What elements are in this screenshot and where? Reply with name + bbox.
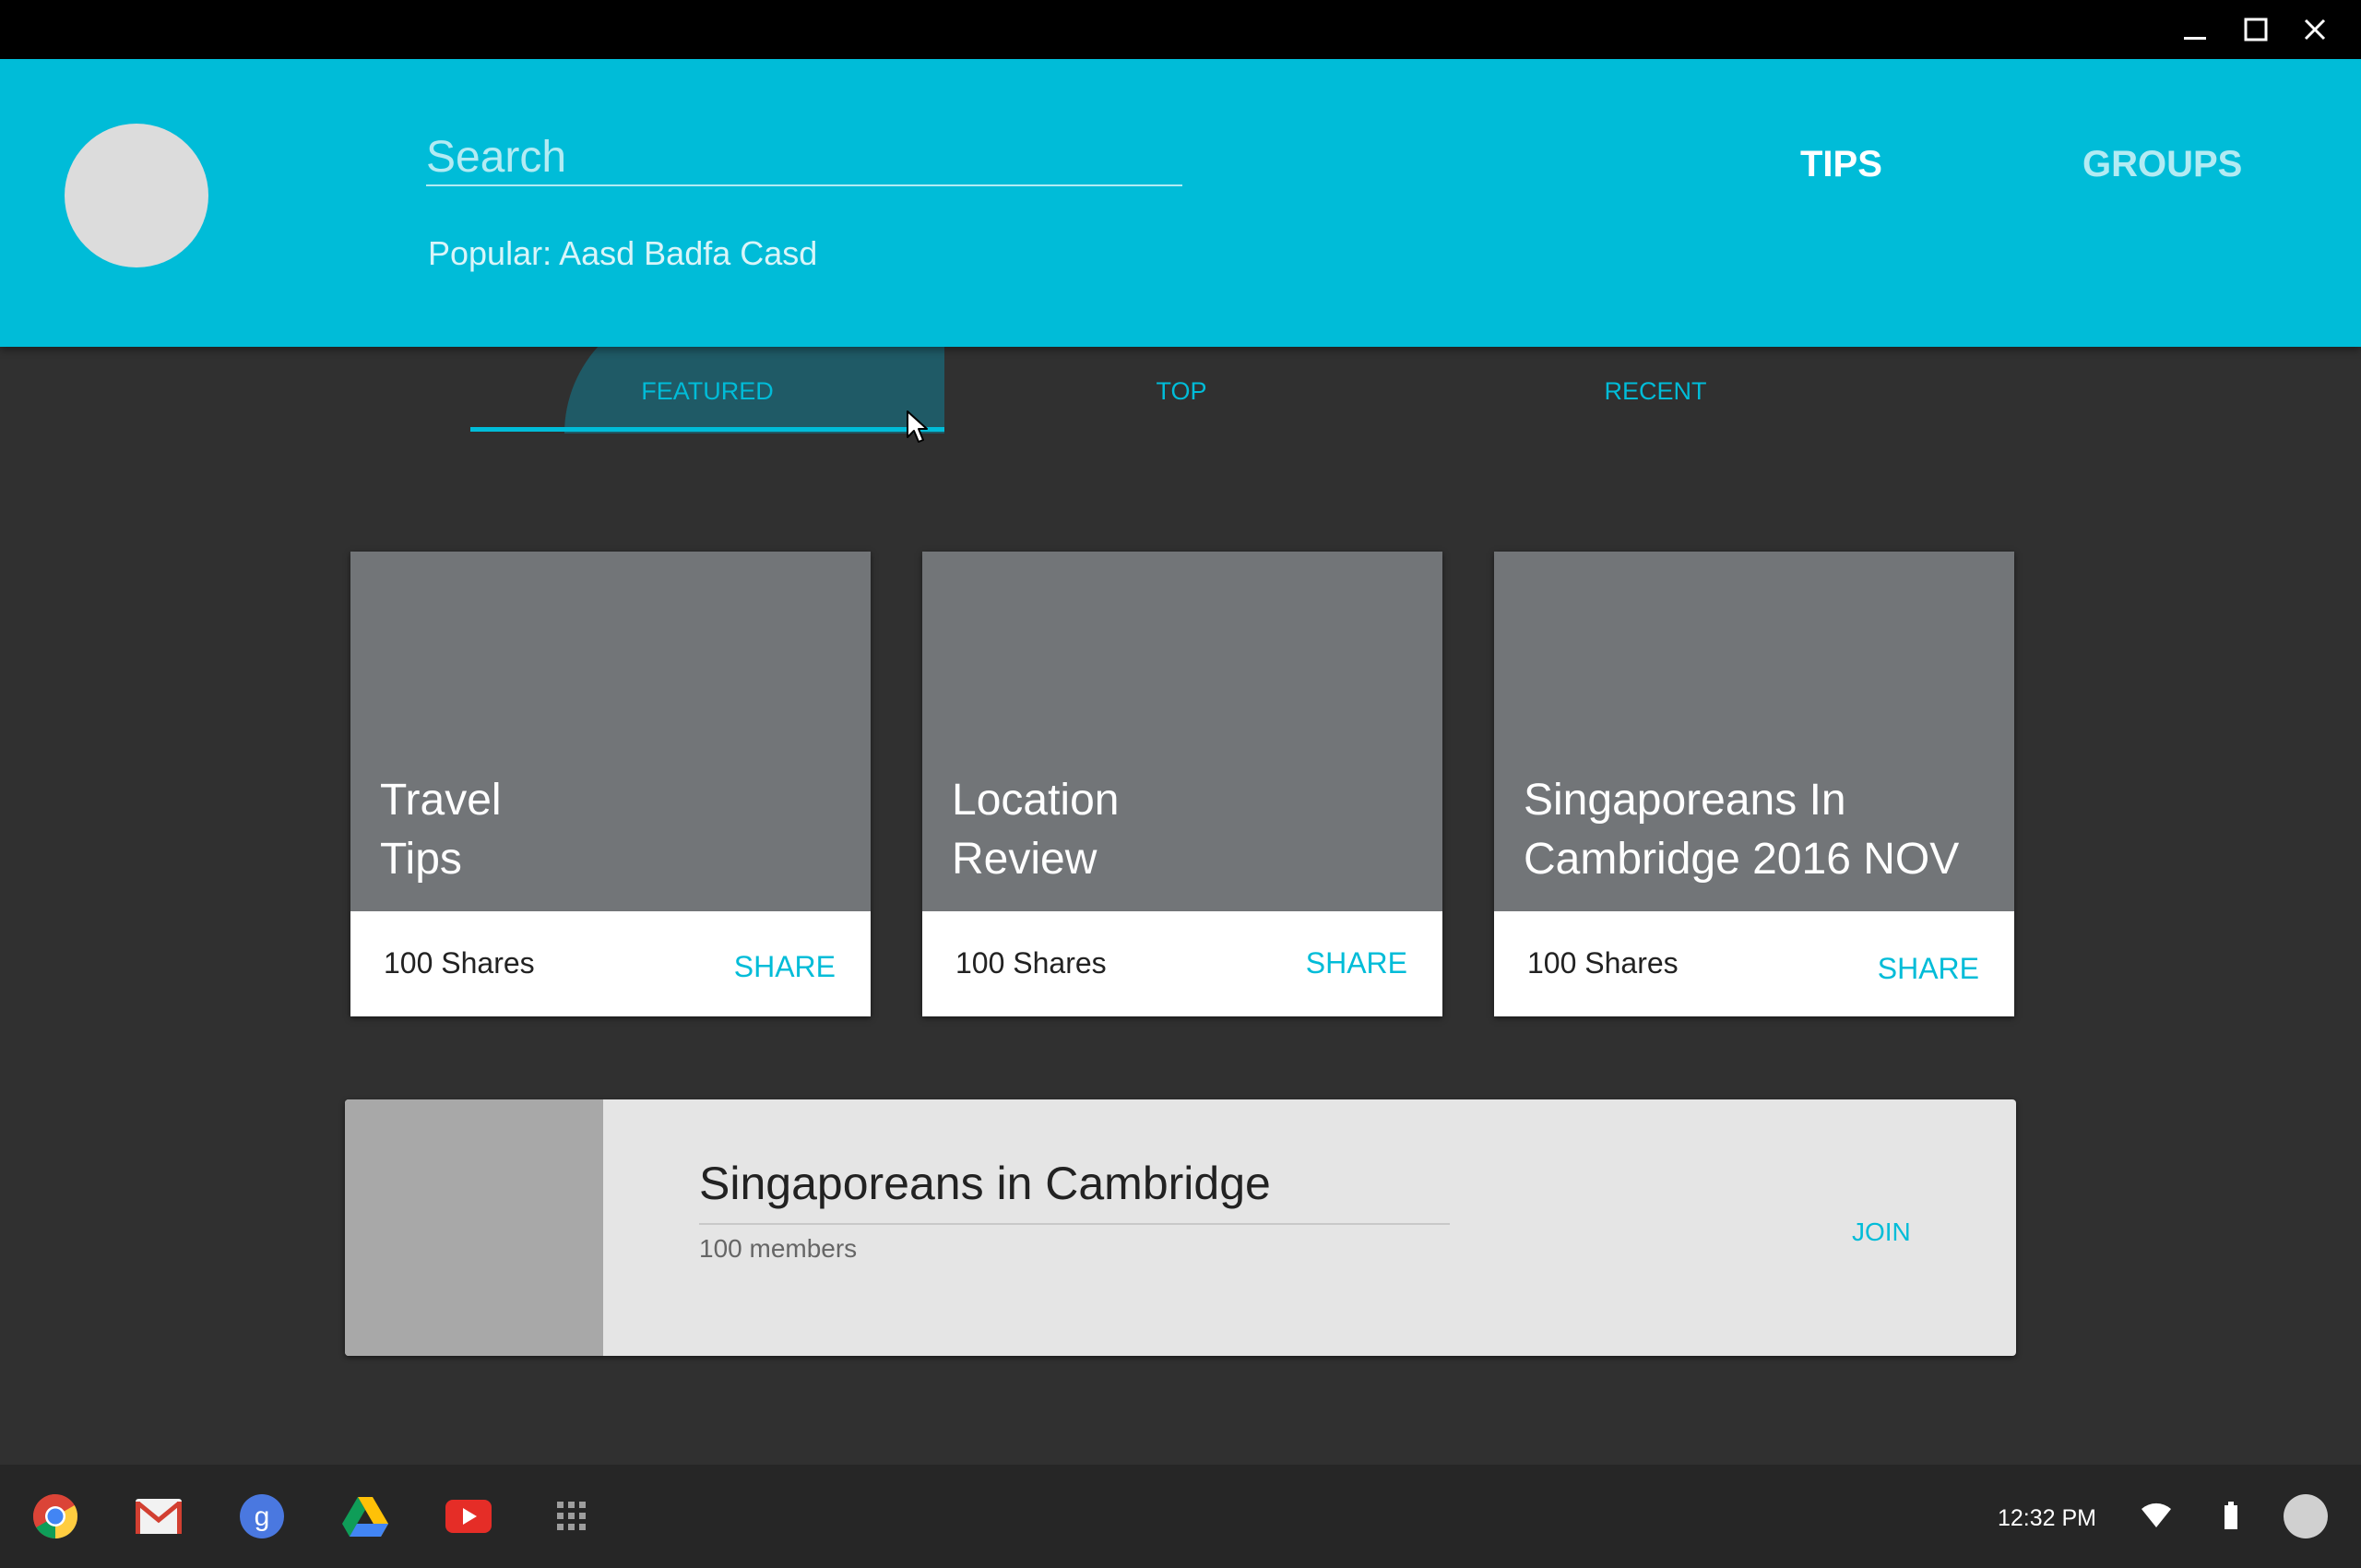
mouse-cursor-icon — [906, 410, 930, 449]
nav-tab-tips[interactable]: TIPS — [1800, 144, 1882, 185]
tab-top[interactable]: TOP — [944, 347, 1418, 435]
google-search-icon[interactable]: g — [232, 1487, 291, 1546]
card-image: Singaporeans In Cambridge 2016 NOV — [1494, 552, 2014, 911]
card-share-count: 100 Shares — [955, 946, 1107, 980]
group-name: Singaporeans in Cambridge — [699, 1158, 1271, 1209]
maximize-icon[interactable] — [2236, 9, 2276, 50]
group-divider — [699, 1223, 1450, 1225]
app-launcher-icon[interactable] — [542, 1487, 601, 1546]
group-thumbnail — [345, 1099, 603, 1356]
search-input[interactable] — [426, 129, 1182, 186]
popular-searches[interactable]: Popular: Aasd Badfa Casd — [428, 234, 817, 273]
card-share-count: 100 Shares — [384, 946, 535, 980]
group-card[interactable]: Singaporeans in Cambridge 100 members JO… — [345, 1099, 2016, 1356]
profile-avatar[interactable] — [65, 124, 208, 267]
subtab-bar: FEATURED TOP RECENT — [470, 347, 1891, 435]
share-button[interactable]: SHARE — [734, 950, 836, 984]
card-title: Travel Tips — [380, 776, 502, 884]
tab-featured[interactable]: FEATURED — [470, 347, 944, 435]
card-footer: 100 Shares SHARE — [922, 911, 1442, 1016]
tab-recent[interactable]: RECENT — [1418, 347, 1892, 435]
nav-tab-groups[interactable]: GROUPS — [2082, 144, 2242, 185]
tab-active-indicator — [470, 427, 944, 432]
card-title: Singaporeans In Cambridge 2016 NOV — [1524, 776, 1960, 884]
window-titlebar — [0, 0, 2361, 59]
chrome-icon[interactable] — [26, 1487, 85, 1546]
group-member-count: 100 members — [699, 1234, 858, 1263]
svg-text:g: g — [255, 1502, 270, 1532]
system-shelf: g 12:32 PM — [0, 1465, 2361, 1568]
minimize-icon[interactable] — [2175, 9, 2215, 50]
tip-card[interactable]: Location Review 100 Shares SHARE — [922, 552, 1442, 1016]
tip-card[interactable]: Singaporeans In Cambridge 2016 NOV 100 S… — [1494, 552, 2014, 1016]
close-icon[interactable] — [2295, 9, 2335, 50]
user-avatar[interactable] — [2284, 1494, 2328, 1538]
join-button[interactable]: JOIN — [1852, 1218, 1911, 1247]
share-button[interactable]: SHARE — [1306, 946, 1407, 980]
card-footer: 100 Shares SHARE — [350, 911, 871, 1016]
wifi-icon[interactable] — [2140, 1502, 2173, 1534]
gmail-icon[interactable] — [129, 1487, 188, 1546]
drive-icon[interactable] — [336, 1487, 395, 1546]
app-header: Popular: Aasd Badfa Casd TIPS GROUPS — [0, 59, 2361, 347]
tip-card[interactable]: Travel Tips 100 Shares SHARE — [350, 552, 871, 1016]
youtube-icon[interactable] — [439, 1487, 498, 1546]
card-image: Location Review — [922, 552, 1442, 911]
share-button[interactable]: SHARE — [1878, 952, 1979, 986]
battery-icon[interactable] — [2223, 1502, 2239, 1536]
card-footer: 100 Shares SHARE — [1494, 911, 2014, 1016]
card-title: Location Review — [952, 776, 1120, 884]
card-image: Travel Tips — [350, 552, 871, 911]
card-share-count: 100 Shares — [1527, 946, 1679, 980]
system-clock[interactable]: 12:32 PM — [1998, 1505, 2096, 1532]
